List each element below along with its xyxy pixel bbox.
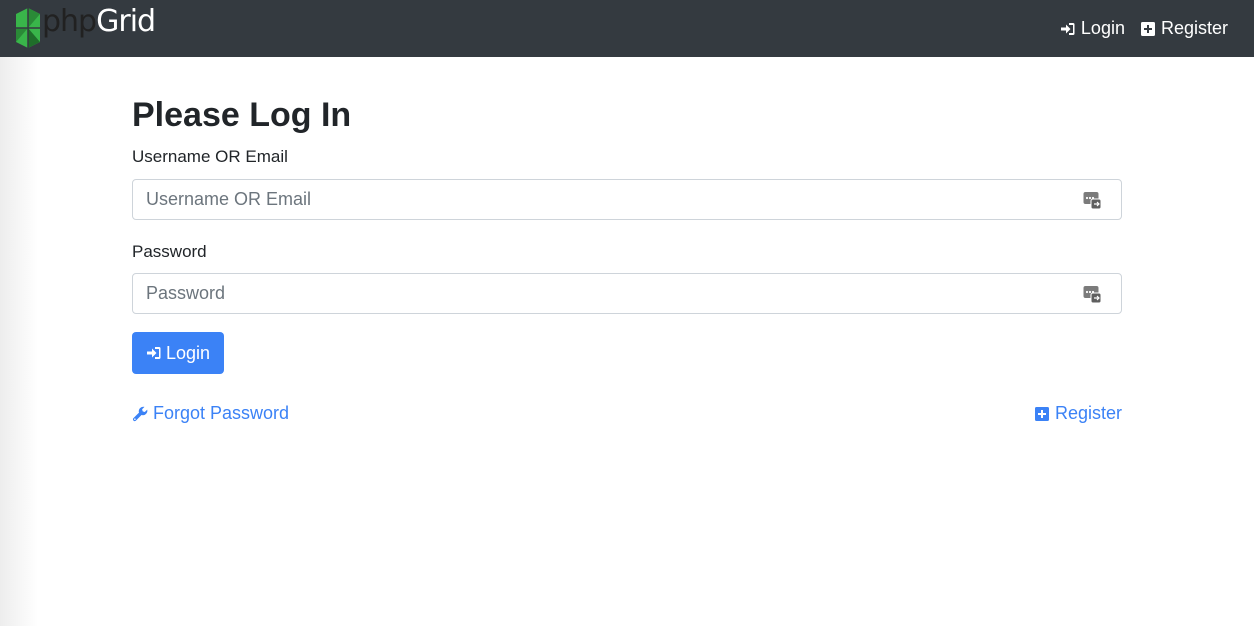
nav-register-label: Register bbox=[1160, 18, 1228, 38]
page-title: Please Log In bbox=[132, 96, 352, 134]
forgot-password-link[interactable]: Forgot Password bbox=[132, 403, 289, 424]
password-field-wrapper bbox=[132, 273, 1122, 314]
forgot-password-label: Forgot Password bbox=[153, 403, 290, 423]
brand-logo[interactable]: phpGrid bbox=[16, 0, 156, 57]
username-label: Username OR Email bbox=[132, 147, 288, 166]
wrench-icon bbox=[132, 406, 148, 421]
phpgrid-logo-icon bbox=[16, 8, 40, 48]
sign-in-icon bbox=[146, 347, 161, 359]
nav-register-link[interactable]: Register bbox=[1140, 18, 1228, 39]
plus-square-icon bbox=[1034, 406, 1049, 421]
username-field-wrapper bbox=[132, 179, 1122, 220]
nav-links: Login Register bbox=[1060, 18, 1228, 39]
nav-login-link[interactable]: Login bbox=[1060, 18, 1125, 39]
register-link[interactable]: Register bbox=[1034, 403, 1122, 424]
password-label: Password bbox=[132, 242, 207, 261]
password-manager-icon[interactable] bbox=[1083, 285, 1102, 304]
password-manager-icon[interactable] bbox=[1083, 191, 1102, 210]
login-submit-button[interactable]: Login bbox=[132, 332, 224, 374]
password-input[interactable] bbox=[133, 274, 1121, 313]
username-input[interactable] bbox=[133, 180, 1121, 219]
left-edge-shadow bbox=[0, 57, 38, 626]
plus-square-icon bbox=[1140, 21, 1155, 36]
login-page: phpGrid Login Register Please Log In Use… bbox=[0, 0, 1254, 626]
sign-in-icon bbox=[1060, 22, 1075, 35]
nav-login-label: Login bbox=[1080, 18, 1125, 38]
brand-name: phpGrid bbox=[42, 4, 156, 39]
login-submit-label: Login bbox=[165, 342, 211, 363]
top-navbar: phpGrid Login Register bbox=[0, 0, 1254, 57]
register-label: Register bbox=[1054, 403, 1122, 423]
